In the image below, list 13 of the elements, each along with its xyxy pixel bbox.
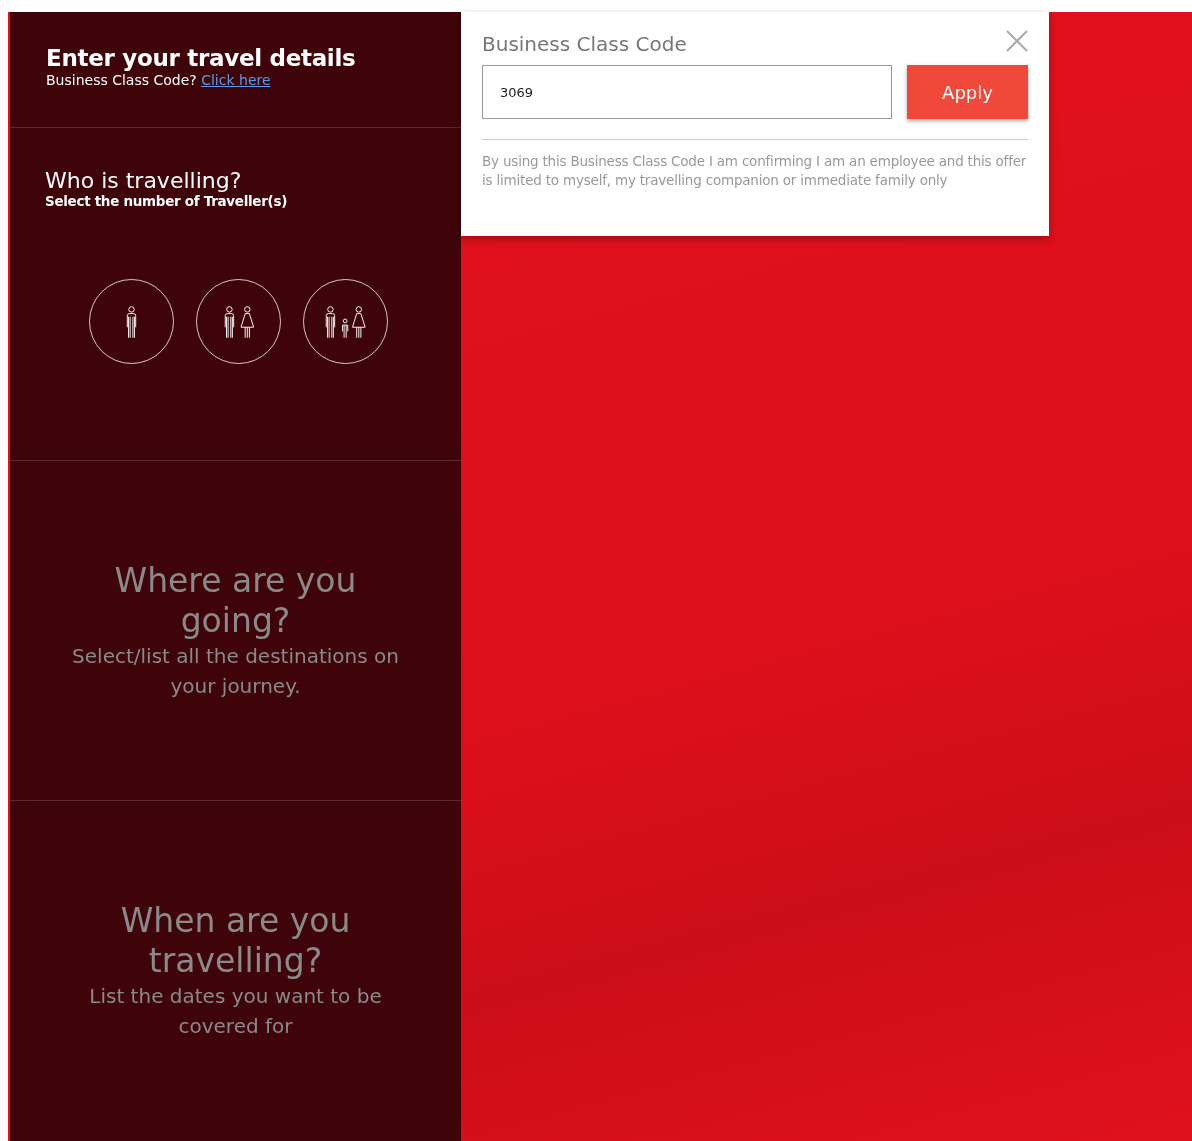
section-subtitle: Select the number of Traveller(s) [45,193,289,210]
section-subtitle: List the dates you want to be covered for [88,983,383,1040]
section-title: When are you travelling? [119,901,352,981]
apply-button[interactable]: Apply [907,65,1028,119]
code-prompt: Business Class Code? [46,72,197,88]
section-subtitle: Select/list all the destinations on your journey. [71,642,400,700]
section-title: Where are you going? [113,560,358,641]
panel-title: Enter your travel details [46,45,357,71]
dialog-title: Business Class Code [482,32,687,56]
click-here-link[interactable]: Click here [201,72,271,88]
section-title: Who is travelling? [45,168,243,194]
disclaimer-text: By using this Business Class Code I am confirming I am an employee and this offer is limited to myself, my travelling companion or immediate family only [482,152,1028,190]
code-input-field[interactable]: 3069 [482,65,892,119]
